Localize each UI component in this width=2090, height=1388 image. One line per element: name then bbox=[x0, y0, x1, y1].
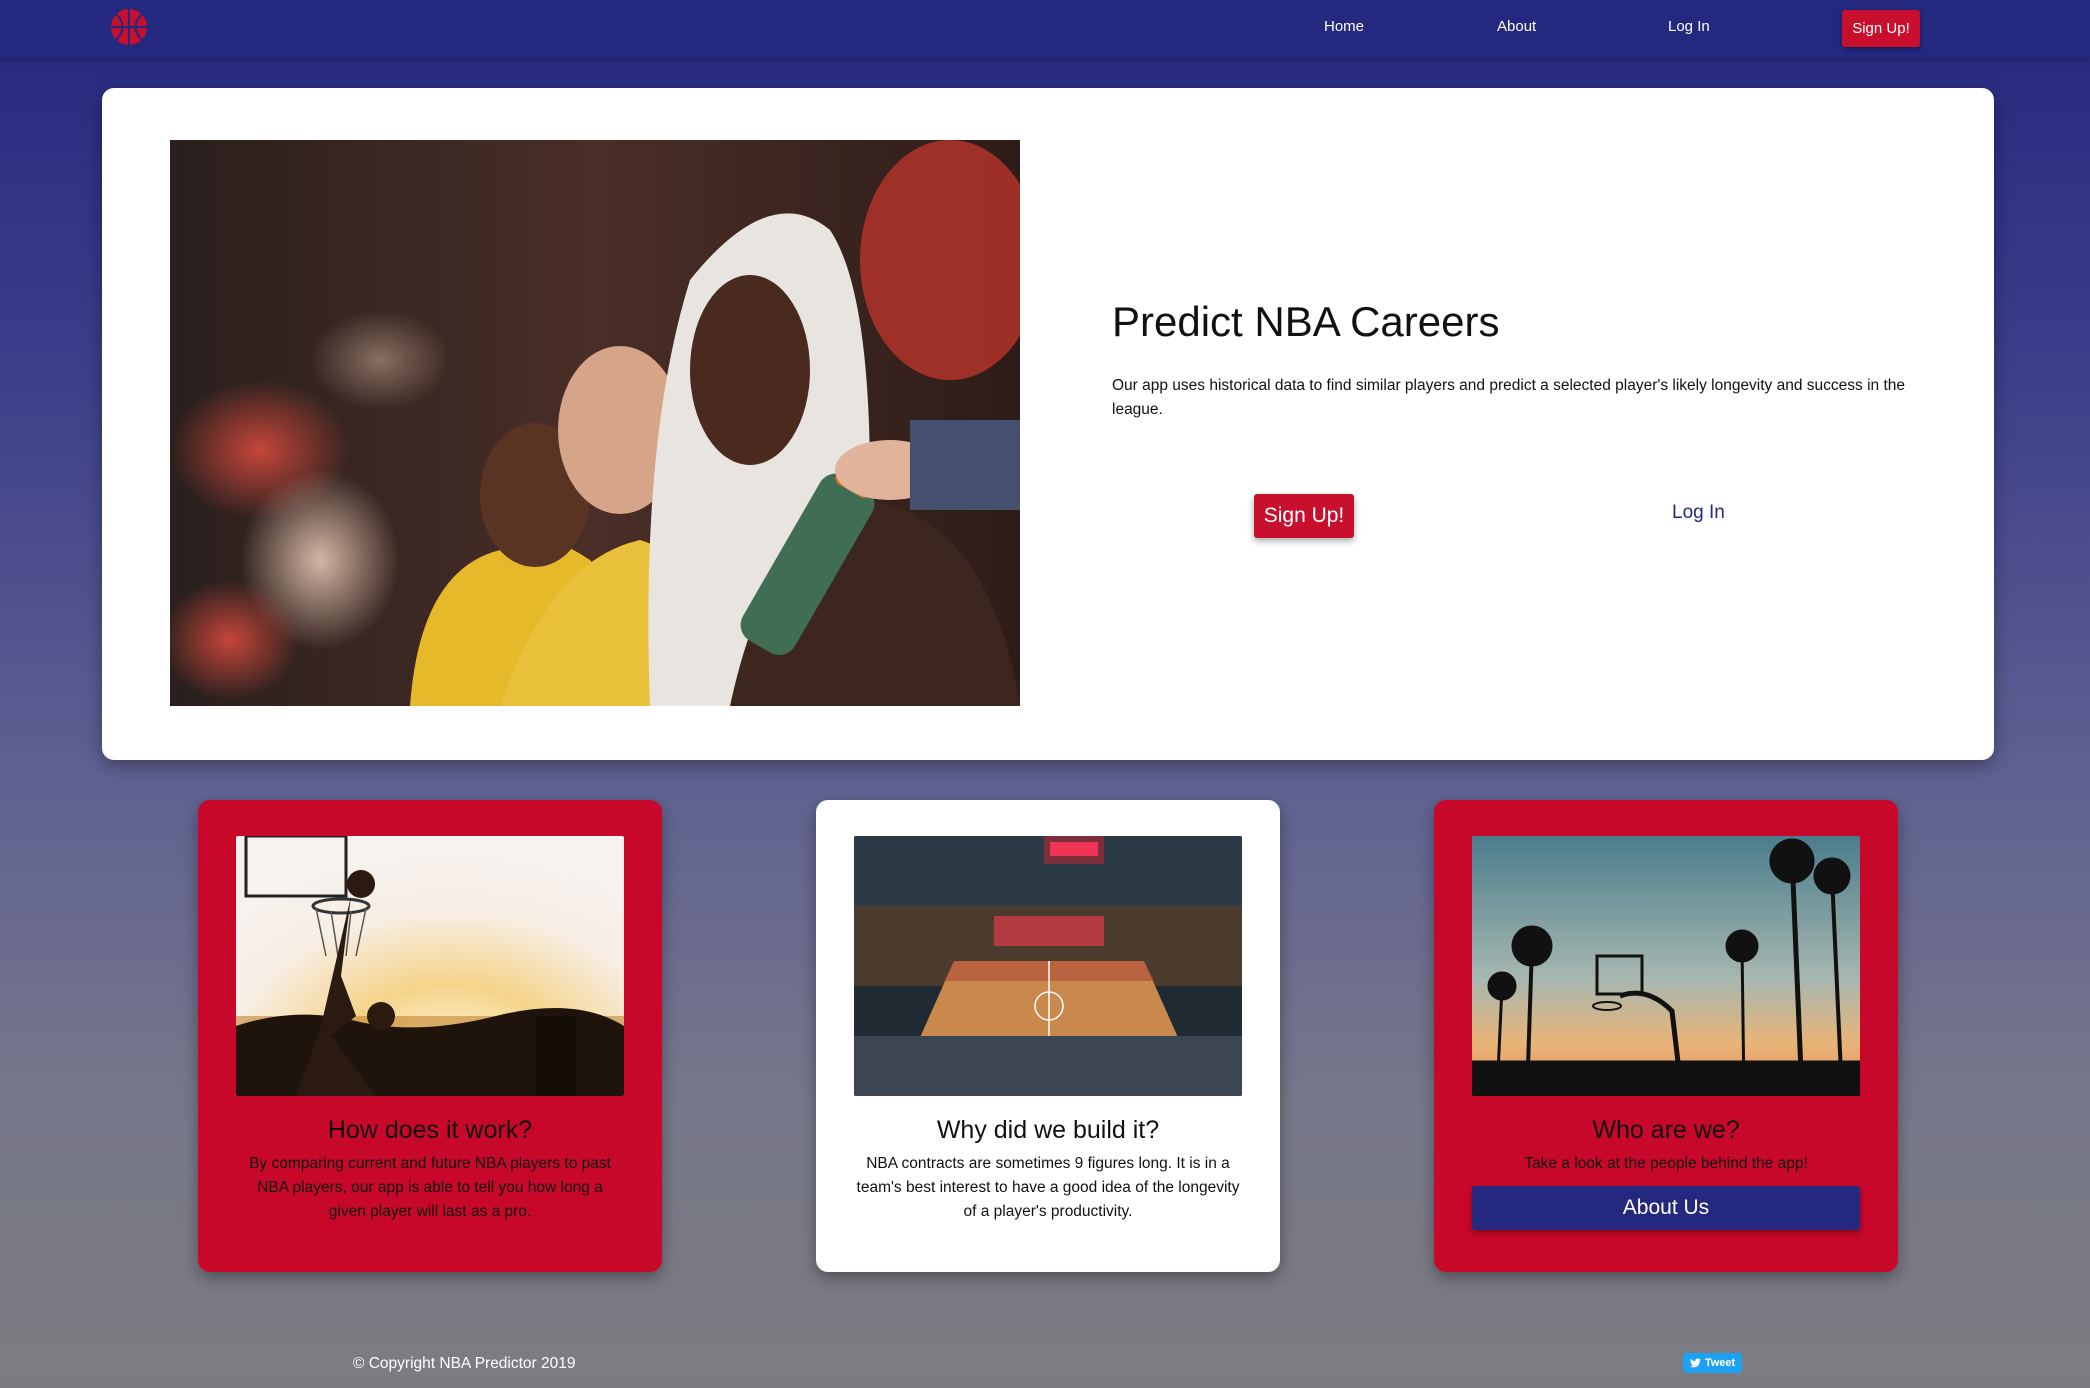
who-are-we-card: Who are we? Take a look at the people be… bbox=[1434, 800, 1898, 1272]
nav-home-link[interactable]: Home bbox=[1324, 18, 1364, 35]
hero-card: Predict NBA Careers Our app uses histori… bbox=[102, 88, 1994, 760]
hero-signup-button[interactable]: Sign Up! bbox=[1254, 494, 1354, 538]
hero-image bbox=[170, 140, 1020, 706]
nav-about-link[interactable]: About bbox=[1497, 18, 1536, 35]
twitter-bird-icon bbox=[1689, 1358, 1701, 1368]
card-title: Who are we? bbox=[1592, 1116, 1740, 1144]
card-body: Take a look at the people behind the app… bbox=[1524, 1155, 1808, 1172]
nav-signup-button[interactable]: Sign Up! bbox=[1842, 10, 1920, 47]
tweet-button[interactable]: Tweet bbox=[1683, 1353, 1742, 1373]
card-body: NBA contracts are sometimes 9 figures lo… bbox=[856, 1155, 1240, 1220]
card-image-arena bbox=[854, 836, 1242, 1096]
card-image-dunk bbox=[236, 836, 624, 1096]
card-title: How does it work? bbox=[327, 1116, 533, 1144]
card-body: By comparing current and future NBA play… bbox=[249, 1155, 611, 1220]
why-build-card: Why did we build it? NBA contracts are s… bbox=[816, 800, 1280, 1272]
basketball-icon[interactable] bbox=[108, 6, 150, 48]
hero-login-link[interactable]: Log In bbox=[1672, 502, 1725, 524]
hero-description: Our app uses historical data to find sim… bbox=[1112, 377, 1905, 418]
card-title: Why did we build it? bbox=[936, 1116, 1160, 1144]
nav-login-link[interactable]: Log In bbox=[1668, 18, 1710, 35]
tweet-label: Tweet bbox=[1704, 1357, 1736, 1369]
footer-copyright: © Copyright NBA Predictor 2019 bbox=[353, 1355, 576, 1372]
about-us-button[interactable]: About Us bbox=[1472, 1186, 1860, 1230]
card-image-palms bbox=[1472, 836, 1860, 1096]
hero-title: Predict NBA Careers bbox=[1112, 298, 1500, 345]
how-it-works-card: How does it work? By comparing current a… bbox=[198, 800, 662, 1272]
top-navbar: Home About Log In Sign Up! bbox=[0, 0, 2090, 58]
